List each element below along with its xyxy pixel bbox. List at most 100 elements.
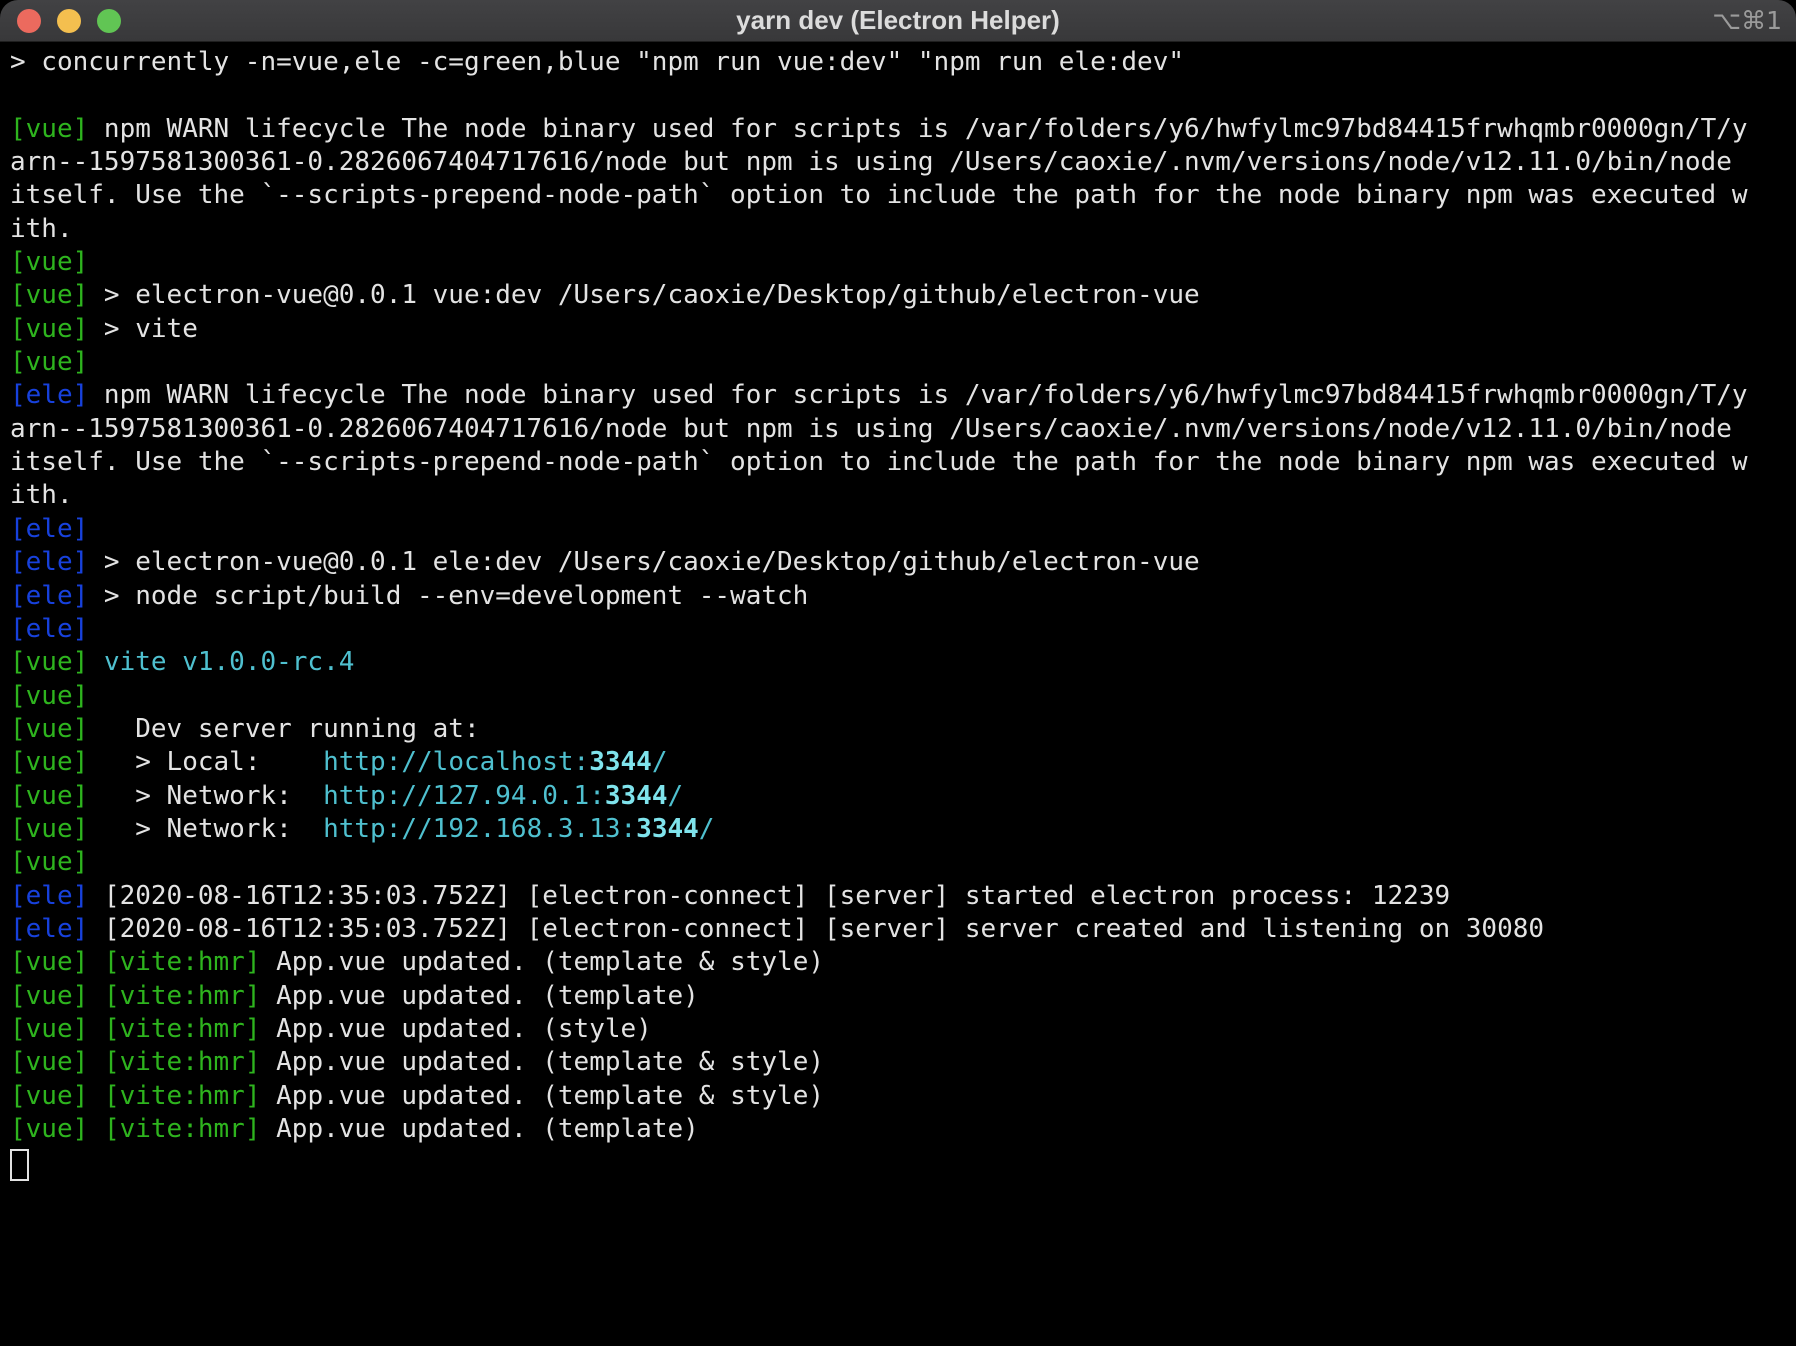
log-text bbox=[88, 1114, 104, 1144]
log-text: App.vue updated. (template) bbox=[260, 1114, 698, 1144]
log-text bbox=[88, 1081, 104, 1111]
log-text: itself. Use the `--scripts-prepend-node-… bbox=[10, 180, 1748, 210]
log-text: / bbox=[652, 747, 668, 777]
log-text: App.vue updated. (style) bbox=[260, 1014, 651, 1044]
hmr-tag: [vite:hmr] bbox=[104, 947, 261, 977]
terminal-line: [ele] bbox=[10, 513, 1788, 546]
terminal-line: [ele] [2020-08-16T12:35:03.752Z] [electr… bbox=[10, 913, 1788, 946]
terminal-line: [vue] [vite:hmr] App.vue updated. (style… bbox=[10, 1013, 1788, 1046]
dev-server-port: 3344 bbox=[636, 814, 699, 844]
terminal-line: arn--1597581300361-0.2826067404717616/no… bbox=[10, 413, 1788, 446]
log-text: > Network: bbox=[88, 814, 323, 844]
zoom-button[interactable] bbox=[97, 9, 121, 33]
process-tag-vue: [vue] bbox=[10, 847, 88, 877]
terminal-line: [vue] [vite:hmr] App.vue updated. (templ… bbox=[10, 1080, 1788, 1113]
process-tag-vue: [vue] bbox=[10, 647, 88, 677]
log-text: [2020-08-16T12:35:03.752Z] [electron-con… bbox=[88, 881, 1450, 911]
log-text: App.vue updated. (template & style) bbox=[260, 1047, 824, 1077]
dev-server-port: 3344 bbox=[605, 781, 668, 811]
terminal-line: [vue] > Network: http://127.94.0.1:3344/ bbox=[10, 780, 1788, 813]
terminal-line: itself. Use the `--scripts-prepend-node-… bbox=[10, 179, 1788, 212]
log-text bbox=[88, 947, 104, 977]
terminal-line: [vue] > Network: http://192.168.3.13:334… bbox=[10, 813, 1788, 846]
process-tag-ele: [ele] bbox=[10, 614, 88, 644]
log-text: > vite bbox=[88, 314, 198, 344]
terminal-line: [vue] npm WARN lifecycle The node binary… bbox=[10, 113, 1788, 146]
process-tag-vue: [vue] bbox=[10, 347, 88, 377]
close-button[interactable] bbox=[17, 9, 41, 33]
terminal-line: [vue] > vite bbox=[10, 313, 1788, 346]
process-tag-ele: [ele] bbox=[10, 581, 88, 611]
process-tag-ele: [ele] bbox=[10, 514, 88, 544]
log-text bbox=[88, 1014, 104, 1044]
log-text: itself. Use the `--scripts-prepend-node-… bbox=[10, 447, 1748, 477]
process-tag-vue: [vue] bbox=[10, 1047, 88, 1077]
terminal-line: [vue] > Local: http://localhost:3344/ bbox=[10, 746, 1788, 779]
dev-server-url: http://localhost: bbox=[323, 747, 589, 777]
terminal-window: yarn dev (Electron Helper) ⌥⌘1 > concurr… bbox=[0, 0, 1796, 1346]
terminal-cursor bbox=[10, 1149, 29, 1181]
process-tag-vue: [vue] bbox=[10, 1114, 88, 1144]
terminal-body[interactable]: > concurrently -n=vue,ele -c=green,blue … bbox=[0, 42, 1796, 1346]
log-text: arn--1597581300361-0.2826067404717616/no… bbox=[10, 414, 1732, 444]
log-text: > electron-vue@0.0.1 ele:dev /Users/caox… bbox=[88, 547, 1199, 577]
vite-version: vite v1.0.0-rc.4 bbox=[104, 647, 354, 677]
log-text bbox=[88, 647, 104, 677]
process-tag-vue: [vue] bbox=[10, 781, 88, 811]
process-tag-vue: [vue] bbox=[10, 114, 88, 144]
terminal-line: [ele] > node script/build --env=developm… bbox=[10, 580, 1788, 613]
terminal-line: itself. Use the `--scripts-prepend-node-… bbox=[10, 446, 1788, 479]
log-text bbox=[88, 1047, 104, 1077]
terminal-line: [vue] vite v1.0.0-rc.4 bbox=[10, 646, 1788, 679]
log-text: Dev server running at: bbox=[88, 714, 479, 744]
log-text: > electron-vue@0.0.1 vue:dev /Users/caox… bbox=[88, 280, 1199, 310]
traffic-lights bbox=[17, 9, 121, 33]
log-text: [2020-08-16T12:35:03.752Z] [electron-con… bbox=[88, 914, 1544, 944]
process-tag-ele: [ele] bbox=[10, 380, 88, 410]
terminal-line: [vue] bbox=[10, 246, 1788, 279]
log-text bbox=[88, 981, 104, 1011]
process-tag-ele: [ele] bbox=[10, 547, 88, 577]
window-shortcut-badge: ⌥⌘1 bbox=[1712, 6, 1782, 35]
terminal-line: [vue] [vite:hmr] App.vue updated. (templ… bbox=[10, 980, 1788, 1013]
hmr-tag: [vite:hmr] bbox=[104, 1047, 261, 1077]
log-text: ith. bbox=[10, 214, 73, 244]
terminal-line: ith. bbox=[10, 479, 1788, 512]
process-tag-vue: [vue] bbox=[10, 747, 88, 777]
minimize-button[interactable] bbox=[57, 9, 81, 33]
log-text: App.vue updated. (template & style) bbox=[260, 1081, 824, 1111]
process-tag-vue: [vue] bbox=[10, 280, 88, 310]
process-tag-ele: [ele] bbox=[10, 914, 88, 944]
dev-server-url: http://127.94.0.1: bbox=[323, 781, 605, 811]
terminal-line: > concurrently -n=vue,ele -c=green,blue … bbox=[10, 46, 1788, 79]
process-tag-vue: [vue] bbox=[10, 947, 88, 977]
log-text: App.vue updated. (template & style) bbox=[260, 947, 824, 977]
command-text: > concurrently -n=vue,ele -c=green,blue … bbox=[10, 47, 1184, 77]
terminal-line bbox=[10, 79, 1788, 112]
window-title: yarn dev (Electron Helper) bbox=[0, 5, 1796, 36]
log-text: > Local: bbox=[88, 747, 323, 777]
terminal-line: [ele] > electron-vue@0.0.1 ele:dev /User… bbox=[10, 546, 1788, 579]
terminal-line: [vue] Dev server running at: bbox=[10, 713, 1788, 746]
terminal-line: [vue] [vite:hmr] App.vue updated. (templ… bbox=[10, 946, 1788, 979]
process-tag-vue: [vue] bbox=[10, 814, 88, 844]
process-tag-vue: [vue] bbox=[10, 714, 88, 744]
log-text: / bbox=[667, 781, 683, 811]
terminal-line: [vue] [vite:hmr] App.vue updated. (templ… bbox=[10, 1113, 1788, 1146]
hmr-tag: [vite:hmr] bbox=[104, 1114, 261, 1144]
terminal-line: [ele] [2020-08-16T12:35:03.752Z] [electr… bbox=[10, 880, 1788, 913]
process-tag-vue: [vue] bbox=[10, 1014, 88, 1044]
log-text: ith. bbox=[10, 480, 73, 510]
terminal-line: [vue] bbox=[10, 346, 1788, 379]
log-text: / bbox=[699, 814, 715, 844]
terminal-line: arn--1597581300361-0.2826067404717616/no… bbox=[10, 146, 1788, 179]
log-text: > node script/build --env=development --… bbox=[88, 581, 808, 611]
process-tag-vue: [vue] bbox=[10, 247, 88, 277]
process-tag-vue: [vue] bbox=[10, 981, 88, 1011]
terminal-line: ith. bbox=[10, 213, 1788, 246]
terminal-line: [vue] bbox=[10, 846, 1788, 879]
process-tag-ele: [ele] bbox=[10, 881, 88, 911]
terminal-line: [vue] bbox=[10, 680, 1788, 713]
log-text: App.vue updated. (template) bbox=[260, 981, 698, 1011]
process-tag-vue: [vue] bbox=[10, 681, 88, 711]
